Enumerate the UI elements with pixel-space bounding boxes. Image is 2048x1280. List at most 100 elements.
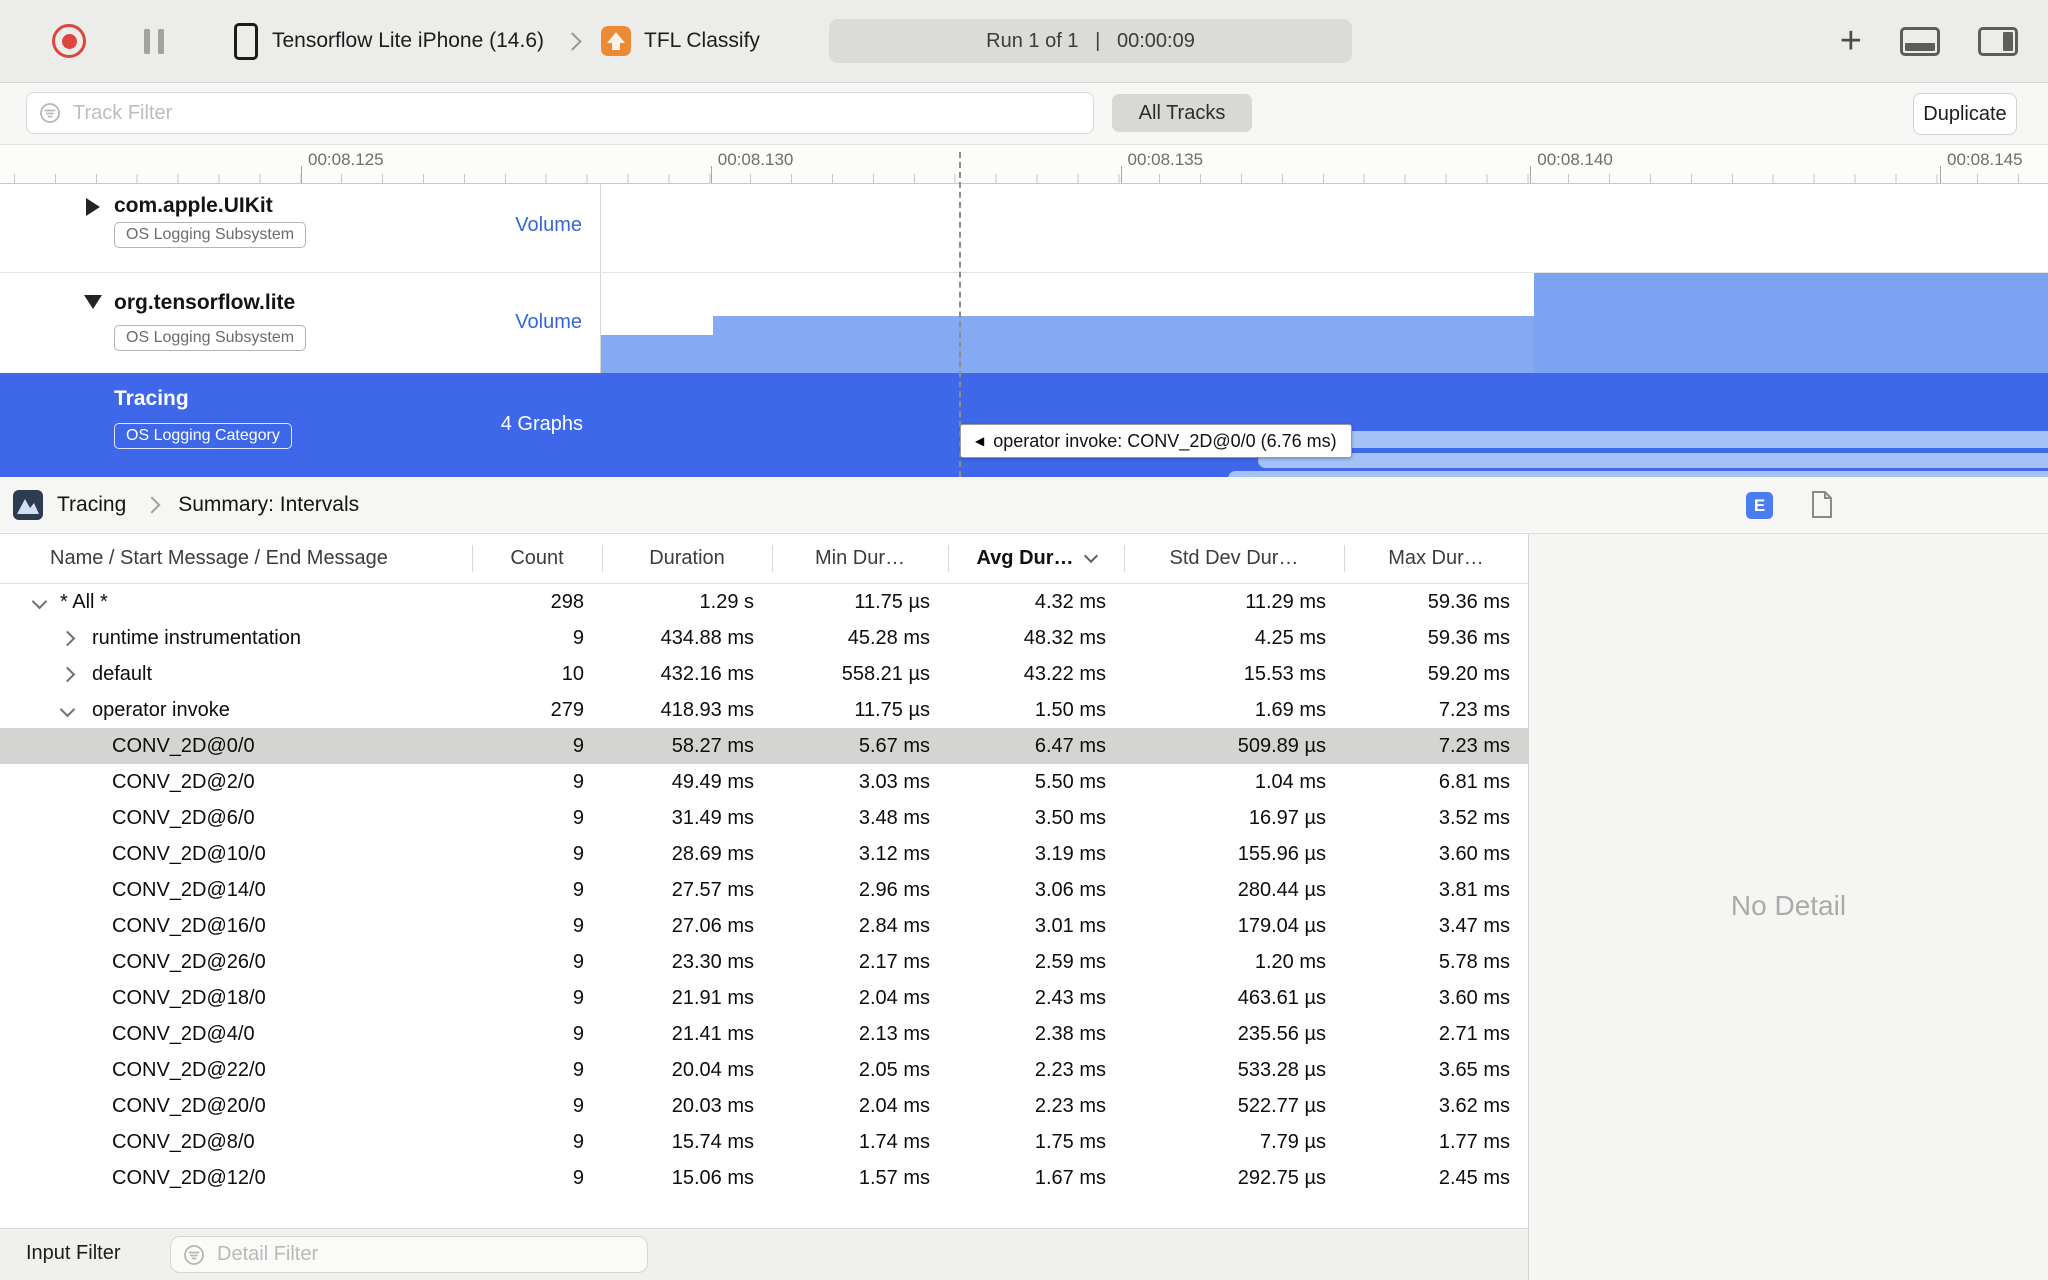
pause-button[interactable] xyxy=(144,28,164,54)
cell-count: 9 xyxy=(572,951,584,973)
extended-detail-badge[interactable]: E xyxy=(1746,492,1773,519)
disclosure-closed-icon[interactable] xyxy=(86,198,100,216)
table-row[interactable]: CONV_2D@16/0 9 27.06 ms 2.84 ms 3.01 ms 179.0… xyxy=(0,908,1528,944)
cell-min: 2.96 ms xyxy=(858,879,930,901)
summary-table-body: * All * 298 1.29 s 11.75 µs 4.32 ms 11.29 ms 5… xyxy=(0,584,1528,1228)
row-name-label: CONV_2D@4/0 xyxy=(112,1023,255,1045)
cell-count: 9 xyxy=(572,1167,584,1189)
cell-max: 59.36 ms xyxy=(1427,591,1510,613)
cell-max: 59.20 ms xyxy=(1427,663,1510,685)
device-name[interactable]: Tensorflow Lite iPhone (14.6) xyxy=(272,29,544,53)
cell-avg: 2.38 ms xyxy=(1034,1023,1106,1045)
cell-min: 2.04 ms xyxy=(858,987,930,1009)
ruler-major-tick xyxy=(1940,166,1941,183)
interval-bar xyxy=(1258,453,2048,468)
target-app-name[interactable]: TFL Classify xyxy=(644,29,760,53)
column-header[interactable]: Min Dur… xyxy=(772,534,948,583)
column-header-label: Min Dur… xyxy=(814,547,905,569)
table-row[interactable]: CONV_2D@12/0 9 15.06 ms 1.57 ms 1.67 ms 292.7… xyxy=(0,1160,1528,1196)
all-tracks-button[interactable]: All Tracks xyxy=(1112,94,1252,132)
cell-max: 3.62 ms xyxy=(1438,1095,1510,1117)
track-row-tensorflow-lite[interactable]: org.tensorflow.lite OS Logging Subsystem… xyxy=(0,273,2048,373)
table-row[interactable]: default 10 432.16 ms 558.21 µs 43.22 ms 15.53… xyxy=(0,656,1528,692)
track-lane[interactable] xyxy=(601,273,2048,373)
row-name-label: CONV_2D@12/0 xyxy=(112,1167,266,1189)
document-icon[interactable] xyxy=(1810,490,1834,519)
column-header[interactable]: Std Dev Dur… xyxy=(1124,534,1344,583)
track-filter-input[interactable] xyxy=(71,100,1093,126)
cell-std: 533.28 µs xyxy=(1237,1059,1326,1081)
disclosure-open-icon[interactable] xyxy=(31,593,48,610)
table-row[interactable]: CONV_2D@6/0 9 31.49 ms 3.48 ms 3.50 ms 16.97 … xyxy=(0,800,1528,836)
cell-name: CONV_2D@16/0 xyxy=(0,908,472,944)
cell-avg: 3.06 ms xyxy=(1034,879,1106,901)
table-row[interactable]: CONV_2D@4/0 9 21.41 ms 2.13 ms 2.38 ms 235.56… xyxy=(0,1016,1528,1052)
cell-avg: 2.23 ms xyxy=(1034,1095,1106,1117)
track-filter-field[interactable] xyxy=(26,92,1094,134)
column-header[interactable]: Duration xyxy=(602,534,772,583)
column-header[interactable]: Max Dur… xyxy=(1344,534,1528,583)
cell-count: 298 xyxy=(550,591,584,613)
row-name-label: CONV_2D@6/0 xyxy=(112,807,255,829)
table-row[interactable]: CONV_2D@14/0 9 27.57 ms 2.96 ms 3.06 ms 280.4… xyxy=(0,872,1528,908)
cell-std: 522.77 µs xyxy=(1237,1095,1326,1117)
table-row[interactable]: runtime instrumentation 9 434.88 ms 45.28 m… xyxy=(0,620,1528,656)
table-row[interactable]: CONV_2D@20/0 9 20.03 ms 2.04 ms 2.23 ms 522.7… xyxy=(0,1088,1528,1124)
cell-min: 2.05 ms xyxy=(858,1059,930,1081)
time-ruler[interactable]: 00:08.125 00:08.130 00:08.135 00:08.140 00:0… xyxy=(0,144,2048,184)
cell-min: 2.17 ms xyxy=(858,951,930,973)
disclosure-closed-icon[interactable] xyxy=(59,666,76,683)
column-header[interactable]: Avg Dur… xyxy=(948,534,1124,583)
track-label-area: org.tensorflow.lite OS Logging Subsystem… xyxy=(0,273,601,373)
cell-count: 9 xyxy=(572,771,584,793)
disclosure-open-icon[interactable] xyxy=(59,701,76,718)
cell-max: 3.52 ms xyxy=(1438,807,1510,829)
table-row[interactable]: CONV_2D@0/0 9 58.27 ms 5.67 ms 6.47 ms 509.89… xyxy=(0,728,1528,764)
table-row[interactable]: * All * 298 1.29 s 11.75 µs 4.32 ms 11.29 ms 5… xyxy=(0,584,1528,620)
ruler-time-label: 00:08.145 xyxy=(1947,150,2023,169)
track-row-uikit[interactable]: com.apple.UIKit OS Logging Subsystem Vol… xyxy=(0,184,2048,273)
cell-name: operator invoke xyxy=(0,692,472,728)
toggle-bottom-pane-button[interactable] xyxy=(1900,26,1940,56)
table-row[interactable]: CONV_2D@22/0 9 20.04 ms 2.05 ms 2.23 ms 533.2… xyxy=(0,1052,1528,1088)
cell-duration: 434.88 ms xyxy=(660,627,754,649)
duplicate-button[interactable]: Duplicate xyxy=(1913,93,2017,135)
row-name-label: CONV_2D@20/0 xyxy=(112,1095,266,1117)
disclosure-closed-icon[interactable] xyxy=(59,630,76,647)
cell-avg: 4.32 ms xyxy=(1034,591,1106,613)
cell-avg: 5.50 ms xyxy=(1034,771,1106,793)
cell-count: 10 xyxy=(561,663,584,685)
disclosure-open-icon[interactable] xyxy=(84,295,102,309)
cell-name: CONV_2D@20/0 xyxy=(0,1088,472,1124)
table-row[interactable]: CONV_2D@2/0 9 49.49 ms 3.03 ms 5.50 ms 1.04 m… xyxy=(0,764,1528,800)
ruler-time-label: 00:08.125 xyxy=(308,150,384,169)
cell-duration: 418.93 ms xyxy=(660,699,754,721)
column-header[interactable]: Name / Start Message / End Message xyxy=(0,534,472,583)
ruler-time-label: 00:08.135 xyxy=(1127,150,1204,169)
cell-count: 9 xyxy=(572,915,584,937)
record-button[interactable] xyxy=(52,24,86,58)
cell-min: 1.74 ms xyxy=(858,1131,930,1153)
track-meta-label: Volume xyxy=(515,311,582,333)
table-row[interactable]: operator invoke 279 418.93 ms 11.75 µs 1.50 … xyxy=(0,692,1528,728)
cell-max: 7.23 ms xyxy=(1438,735,1510,757)
breadcrumb-root[interactable]: Tracing xyxy=(57,493,126,517)
detail-filter-field[interactable] xyxy=(170,1236,648,1273)
tracing-instrument-icon xyxy=(13,490,43,520)
table-row[interactable]: CONV_2D@18/0 9 21.91 ms 2.04 ms 2.43 ms 463.6… xyxy=(0,980,1528,1016)
row-name-label: runtime instrumentation xyxy=(92,627,301,649)
cell-duration: 15.74 ms xyxy=(671,1131,754,1153)
add-instrument-button[interactable]: + xyxy=(1840,22,1862,60)
toolbar: Tensorflow Lite iPhone (14.6) TFL Classi… xyxy=(0,0,2048,83)
cell-name: CONV_2D@2/0 xyxy=(0,764,472,800)
table-row[interactable]: CONV_2D@26/0 9 23.30 ms 2.17 ms 2.59 ms 1.20 … xyxy=(0,944,1528,980)
cell-max: 3.60 ms xyxy=(1438,987,1510,1009)
column-header[interactable]: Count xyxy=(472,534,602,583)
detail-filter-input[interactable] xyxy=(215,1242,647,1267)
table-row[interactable]: CONV_2D@8/0 9 15.74 ms 1.74 ms 1.75 ms 7.79 µ… xyxy=(0,1124,1528,1160)
toggle-inspector-pane-button[interactable] xyxy=(1978,26,2018,56)
table-row[interactable]: CONV_2D@10/0 9 28.69 ms 3.12 ms 3.19 ms 155.9… xyxy=(0,836,1528,872)
breadcrumb-view[interactable]: Summary: Intervals xyxy=(178,493,359,517)
track-row-tracing-selected[interactable]: ◀ operator invoke: CONV_2D@0/0 (6.76 ms)… xyxy=(0,373,2048,477)
track-lane[interactable] xyxy=(601,184,2048,272)
